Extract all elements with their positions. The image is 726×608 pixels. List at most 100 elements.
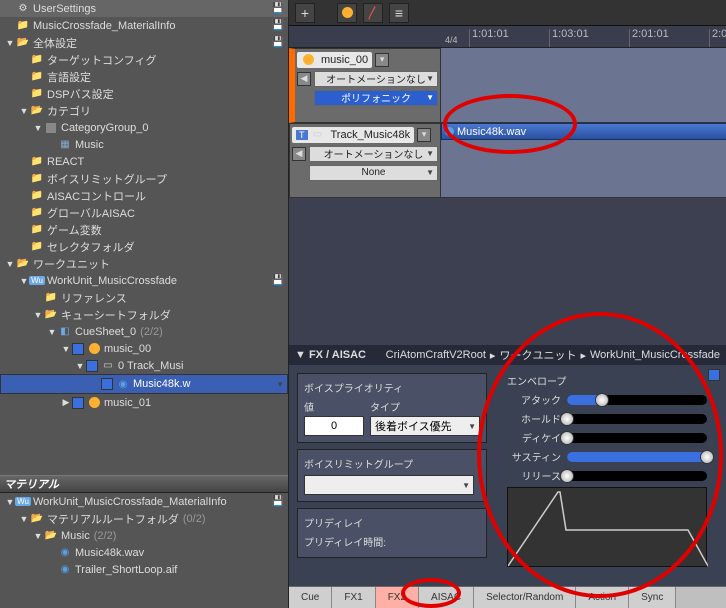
disclosure-triangle[interactable]: ▼ [4,38,16,48]
tree-item[interactable]: ◉Trailer_ShortLoop.aif [0,561,288,578]
prev-button[interactable]: ◀ [297,72,311,86]
folder-open-icon: 📂 [16,36,30,50]
tree-label: キューシートフォルダ [61,307,171,323]
tree-label: グローバルAISAC [47,205,135,221]
tree-item[interactable]: ▼📂ワークユニット [0,255,288,272]
disclosure-triangle[interactable]: ▼ [32,123,44,133]
disclosure-triangle[interactable]: ▼ [60,344,72,354]
envelope-slider[interactable] [567,452,707,462]
tree-label: AISACコントロール [47,188,146,204]
tree-item[interactable]: 📁グローバルAISAC [0,204,288,221]
mode-select[interactable]: None [309,165,438,181]
mode-select[interactable]: ポリフォニック [314,90,438,106]
tree-item[interactable]: ▼📂Music(2/2) [0,527,288,544]
add-button[interactable]: + [295,3,315,23]
tab-sync[interactable]: Sync [629,587,676,608]
waveform-button[interactable]: 〳 [363,3,383,23]
disclosure-triangle[interactable]: ▼ [4,259,16,269]
enable-checkbox[interactable] [72,397,84,409]
tree-item[interactable]: ▼music_00 [0,340,288,357]
tree-item[interactable]: 📁セレクタフォルダ [0,238,288,255]
ruler-tick: 1:03:01 [549,29,589,47]
tree-item[interactable]: ▼📂カテゴリ [0,102,288,119]
tree-label: ゲーム変数 [47,222,102,238]
tree-item[interactable]: ▼CategoryGroup_0 [0,119,288,136]
breadcrumb: ▼ FX / AISAC CriAtomCraftV2Root▸ ワークユニット… [289,345,726,365]
tree-item[interactable]: ▼◧CueSheet_0(2/2) [0,323,288,340]
tab-selector-random[interactable]: Selector/Random [474,587,576,608]
tree-item[interactable]: ▼▭0 Track_Musi [0,357,288,374]
prev-button[interactable]: ◀ [292,147,306,161]
tab-fx2[interactable]: FX2 [376,587,419,608]
priority-value-input[interactable] [304,416,364,436]
disclosure-triangle[interactable]: ▼ [74,361,86,371]
tree-label: ボイスリミットグループ [47,171,167,187]
envelope-label: リリース [507,468,561,483]
disclosure-triangle[interactable]: ▼ [32,310,44,320]
audio-clip[interactable]: Music48k.wav [441,123,726,140]
tree-item[interactable]: 📁言語設定 [0,68,288,85]
disclosure-triangle[interactable]: ▶ [60,397,72,408]
priority-type-select[interactable]: 後着ボイス優先 [370,416,480,436]
envelope-slider[interactable] [567,471,707,481]
disclosure-triangle[interactable]: ▼ [18,106,30,116]
tree-label: Trailer_ShortLoop.aif [75,564,177,576]
envelope-slider[interactable] [567,395,707,405]
enable-checkbox[interactable] [101,378,113,390]
category-icon: ▦ [58,138,72,152]
tree-item[interactable]: ▼WuWorkUnit_MusicCrossfade_MaterialInfo💾 [0,493,288,510]
envelope-slider[interactable] [567,414,707,424]
disclosure-triangle[interactable]: ▼ [32,531,44,541]
automation-select[interactable]: オートメーションなし [314,71,438,87]
track-header[interactable]: music_00▾◀オートメーションなしポリフォニック [289,48,441,123]
menu-button[interactable]: ≡ [389,3,409,23]
track-menu-button[interactable]: ▾ [417,128,431,142]
envelope-slider[interactable] [567,433,707,443]
enable-checkbox[interactable] [86,360,98,372]
tree-label: カテゴリ [47,103,91,119]
track-lane[interactable] [441,48,726,123]
timeline-ruler[interactable]: 4/4 1:01:011:03:012:01:012:03:01 [289,26,726,48]
tree-item[interactable]: ▦Music [0,136,288,153]
tree-item[interactable]: ◉Music48k.w [0,374,288,394]
envelope-enable-checkbox[interactable] [708,369,720,381]
voice-limit-select[interactable] [304,475,474,495]
tree-item[interactable]: ▼📂マテリアルルートフォルダ(0/2) [0,510,288,527]
tree-label: WorkUnit_MusicCrossfade [47,275,177,287]
tree-item[interactable]: 📁DSPバス設定 [0,85,288,102]
group-icon [44,121,58,135]
tree-item[interactable]: ⚙UserSettings💾 [0,0,288,17]
tree-item[interactable]: 📁AISACコントロール [0,187,288,204]
tree-item[interactable]: 📁ゲーム変数 [0,221,288,238]
tree-item[interactable]: ▼WuWorkUnit_MusicCrossfade💾 [0,272,288,289]
track-header[interactable]: T▭Track_Music48k▾ ◀オートメーションなし None [289,123,441,198]
tree-item[interactable]: ▶ music_01 [0,394,288,411]
tab-cue[interactable]: Cue [289,587,332,608]
tree-item[interactable]: 📁ターゲットコンフィグ [0,51,288,68]
automation-select[interactable]: オートメーションなし [309,146,438,162]
tree-label: リファレンス [61,290,127,306]
tree-label: music_01 [104,397,151,409]
voice-priority-group: ボイスプライオリティ 値 タイプ 後着ボイス優先 [297,373,487,443]
disclosure-triangle[interactable]: ▼ [18,514,30,524]
tab-aisac[interactable]: AISAC [419,587,474,608]
tab-fx1[interactable]: FX1 [332,587,375,608]
track-menu-button[interactable]: ▾ [375,53,389,67]
tree-item[interactable]: 📁MusicCrossfade_MaterialInfo💾 [0,17,288,34]
tree-item[interactable]: ▼📂全体設定💾 [0,34,288,51]
tree-item[interactable]: 📁リファレンス [0,289,288,306]
tree-item[interactable]: 📁REACT [0,153,288,170]
record-button[interactable] [337,3,357,23]
tree-item[interactable]: ▼📂キューシートフォルダ [0,306,288,323]
track-title: T▭Track_Music48k [292,127,414,143]
folder-open-icon: 📂 [30,512,44,526]
folder-open-icon: 📂 [16,257,30,271]
track-lane[interactable]: Music48k.wav [441,123,726,198]
save-icon: 💾 [272,20,284,31]
disclosure-triangle[interactable]: ▼ [46,327,58,337]
tree-item[interactable]: 📁ボイスリミットグループ [0,170,288,187]
tree-item[interactable]: ◉Music48k.wav [0,544,288,561]
tab-action[interactable]: Action [576,587,629,608]
tree-label: CueSheet_0 [75,326,136,338]
enable-checkbox[interactable] [72,343,84,355]
